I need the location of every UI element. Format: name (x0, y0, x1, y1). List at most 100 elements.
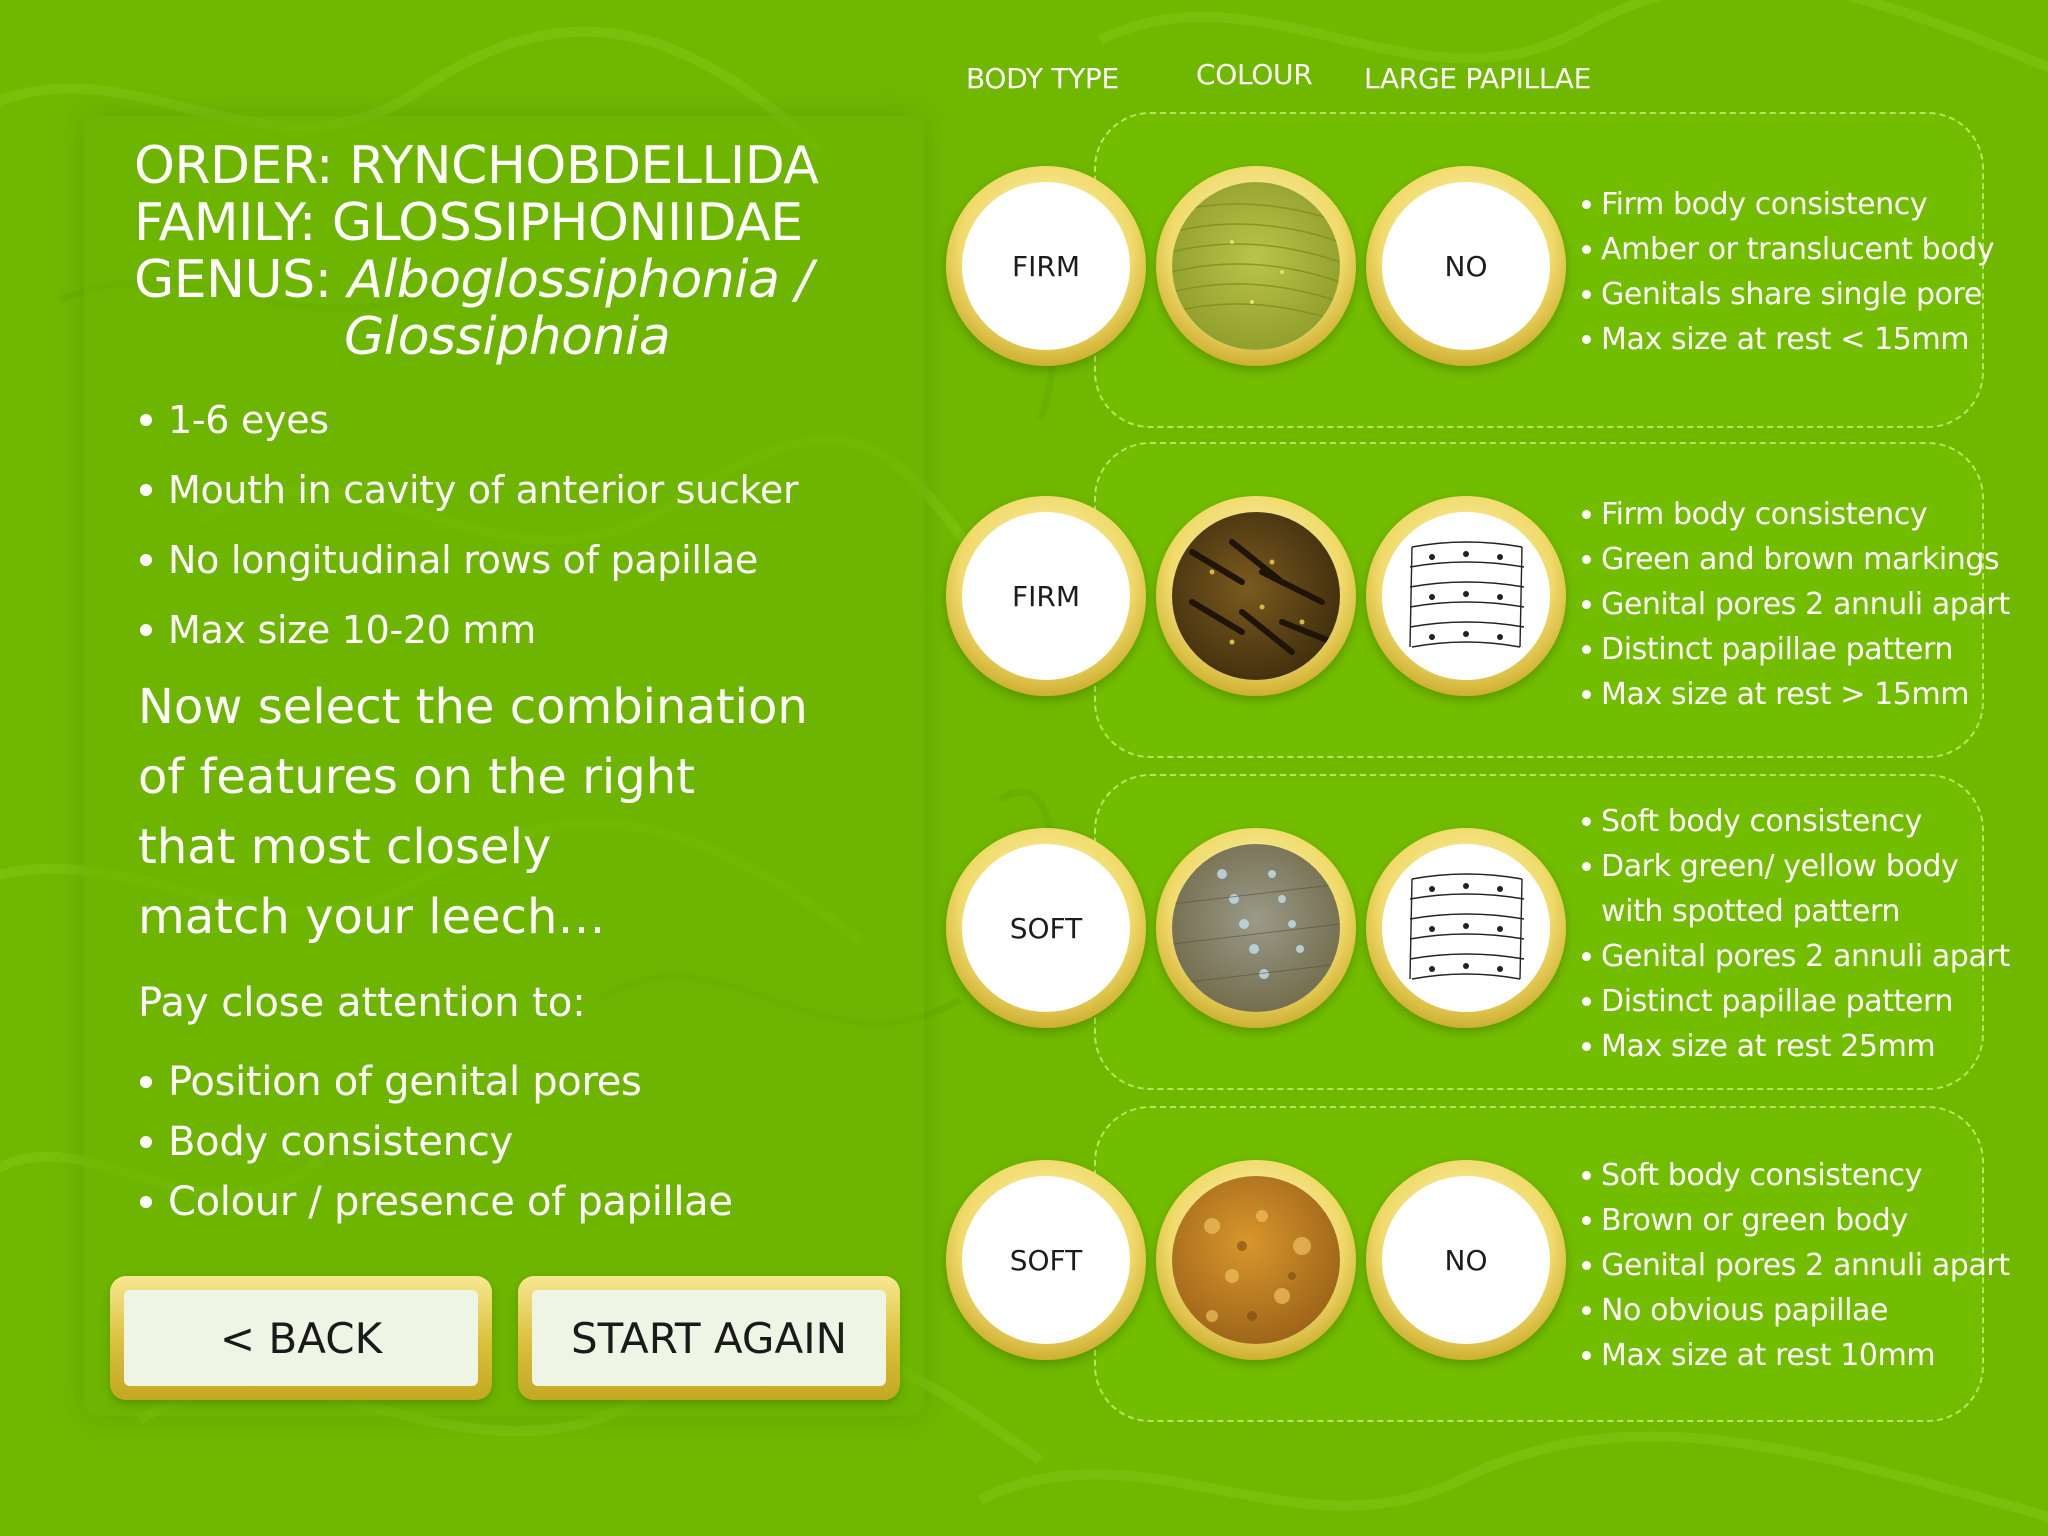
colour-swatch-button[interactable] (1156, 166, 1356, 366)
list-item: Distinct papillae pattern (1582, 979, 2010, 1024)
list-item: Genitals share single pore (1582, 272, 1994, 317)
brown-markings-texture-icon (1172, 512, 1340, 680)
bullet-icon (140, 1076, 152, 1088)
bullet-icon (1582, 1351, 1591, 1360)
list-item: Colour / presence of papillae (140, 1172, 733, 1232)
bullet-icon (140, 554, 152, 566)
papillae-button[interactable] (1366, 496, 1566, 696)
start-again-button[interactable]: START AGAIN (518, 1276, 900, 1400)
attention-list: Position of genital pores Body consisten… (140, 1052, 733, 1232)
list-item: Green and brown markings (1582, 537, 2010, 582)
list-item: Max size at rest 10mm (1582, 1333, 2010, 1378)
bullet-icon (1582, 952, 1591, 961)
pale-green-texture-icon (1172, 182, 1340, 350)
body-type-button[interactable]: SOFT (946, 1160, 1146, 1360)
genus-name-1: Alboglossiphonia / (347, 250, 813, 310)
papillae-button[interactable]: NO (1366, 1160, 1566, 1360)
papillae-label: NO (1382, 182, 1550, 350)
bullet-icon (140, 1136, 152, 1148)
bullet-icon (1582, 817, 1591, 826)
colour-swatch-button[interactable] (1156, 828, 1356, 1028)
instruction-text: Now select the combination of features o… (138, 679, 808, 945)
bullet-icon (140, 1196, 152, 1208)
bullet-icon (1582, 1042, 1591, 1051)
body-type-label: SOFT (962, 844, 1130, 1012)
taxonomy-block: ORDER: RYNCHOBDELLIDA FAMILY: GLOSSIPHON… (134, 136, 819, 366)
list-item: 1-6 eyes (140, 385, 798, 455)
feature-list-3: Soft body consistency Dark green/ yellow… (1582, 799, 2010, 1069)
feature-list-4: Soft body consistency Brown or green bod… (1582, 1153, 2010, 1378)
feature-list-2: Firm body consistency Green and brown ma… (1582, 492, 2010, 717)
list-item: Max size at rest < 15mm (1582, 317, 1994, 362)
list-item: No obvious papillae (1582, 1288, 2010, 1333)
papillae-button[interactable]: NO (1366, 166, 1566, 366)
bullet-icon (1582, 645, 1591, 654)
body-type-label: FIRM (962, 182, 1130, 350)
back-button[interactable]: < BACK (110, 1276, 492, 1400)
column-header-colour: COLOUR (1196, 58, 1313, 91)
colour-swatch-button[interactable] (1156, 1160, 1356, 1360)
bullet-icon (1582, 200, 1591, 209)
bullet-icon (1582, 600, 1591, 609)
genus-name-2: Glossiphonia (344, 307, 671, 367)
list-item: with spotted pattern (1601, 894, 1901, 929)
list-item: Dark green/ yellow body (1582, 844, 2010, 889)
back-button-label: < BACK (124, 1290, 478, 1386)
papillae-diagram-icon (1382, 512, 1550, 680)
bullet-icon (1582, 862, 1591, 871)
list-item: Distinct papillae pattern (1582, 627, 2010, 672)
list-item: Firm body consistency (1582, 182, 1994, 227)
list-item: Genital pores 2 annuli apart (1582, 1243, 2010, 1288)
papillae-diagram-icon (1382, 844, 1550, 1012)
bullet-icon (1582, 997, 1591, 1006)
bullet-icon (1582, 1216, 1591, 1225)
body-type-label: SOFT (962, 1176, 1130, 1344)
body-type-label: FIRM (962, 512, 1130, 680)
list-item: Position of genital pores (140, 1052, 733, 1112)
body-type-button[interactable]: FIRM (946, 166, 1146, 366)
genus-name-2-row: Glossiphonia (134, 309, 818, 366)
list-item: Max size at rest 25mm (1582, 1024, 2010, 1069)
list-item: Max size 10-20 mm (140, 595, 798, 665)
papillae-button[interactable] (1366, 828, 1566, 1028)
family-label: FAMILY: GLOSSIPHONIIDAE (134, 193, 803, 253)
bullet-icon (1582, 1171, 1591, 1180)
body-type-button[interactable]: SOFT (946, 828, 1146, 1028)
orange-brown-texture-icon (1172, 1176, 1340, 1344)
genus-prefix: GENUS: (134, 250, 348, 310)
list-item: Body consistency (140, 1112, 733, 1172)
start-again-button-label: START AGAIN (532, 1290, 886, 1386)
bullet-icon (1582, 555, 1591, 564)
list-item: Soft body consistency (1582, 1153, 2010, 1198)
bullet-icon (140, 484, 152, 496)
list-item: Amber or translucent body (1582, 227, 1995, 272)
list-item: Firm body consistency (1582, 492, 2010, 537)
order-label: ORDER: RYNCHOBDELLIDA (134, 136, 819, 196)
list-item: Genital pores 2 annuli apart (1582, 934, 2010, 979)
list-item: No longitudinal rows of papillae (140, 525, 798, 595)
trait-list: 1-6 eyes Mouth in cavity of anterior suc… (140, 385, 799, 665)
bullet-icon (1582, 290, 1591, 299)
bullet-icon (1582, 510, 1591, 519)
bullet-icon (1582, 690, 1591, 699)
list-item: Brown or green body (1582, 1198, 2010, 1243)
list-item: Max size at rest > 15mm (1582, 672, 2010, 717)
bullet-icon (1582, 245, 1591, 254)
list-item: Genital pores 2 annuli apart (1582, 582, 2010, 627)
body-type-button[interactable]: FIRM (946, 496, 1146, 696)
bullet-icon (140, 414, 152, 426)
feature-list-1: Firm body consistency Amber or transluce… (1582, 182, 1995, 362)
column-header-body-type: BODY TYPE (966, 62, 1119, 95)
list-item: Mouth in cavity of anterior sucker (140, 455, 799, 525)
papillae-label: NO (1382, 1176, 1550, 1344)
colour-swatch-button[interactable] (1156, 496, 1356, 696)
bullet-icon (1582, 1261, 1591, 1270)
list-item: Soft body consistency (1582, 799, 2010, 844)
column-header-large-papillae: LARGE PAPILLAE (1364, 62, 1592, 95)
genus-label: GENUS: Alboglossiphonia / (134, 252, 818, 309)
attention-heading: Pay close attention to: (138, 980, 586, 1026)
bullet-icon (1582, 1306, 1591, 1315)
bullet-icon (140, 624, 152, 636)
spotted-grey-texture-icon (1172, 844, 1340, 1012)
bullet-icon (1582, 335, 1591, 344)
